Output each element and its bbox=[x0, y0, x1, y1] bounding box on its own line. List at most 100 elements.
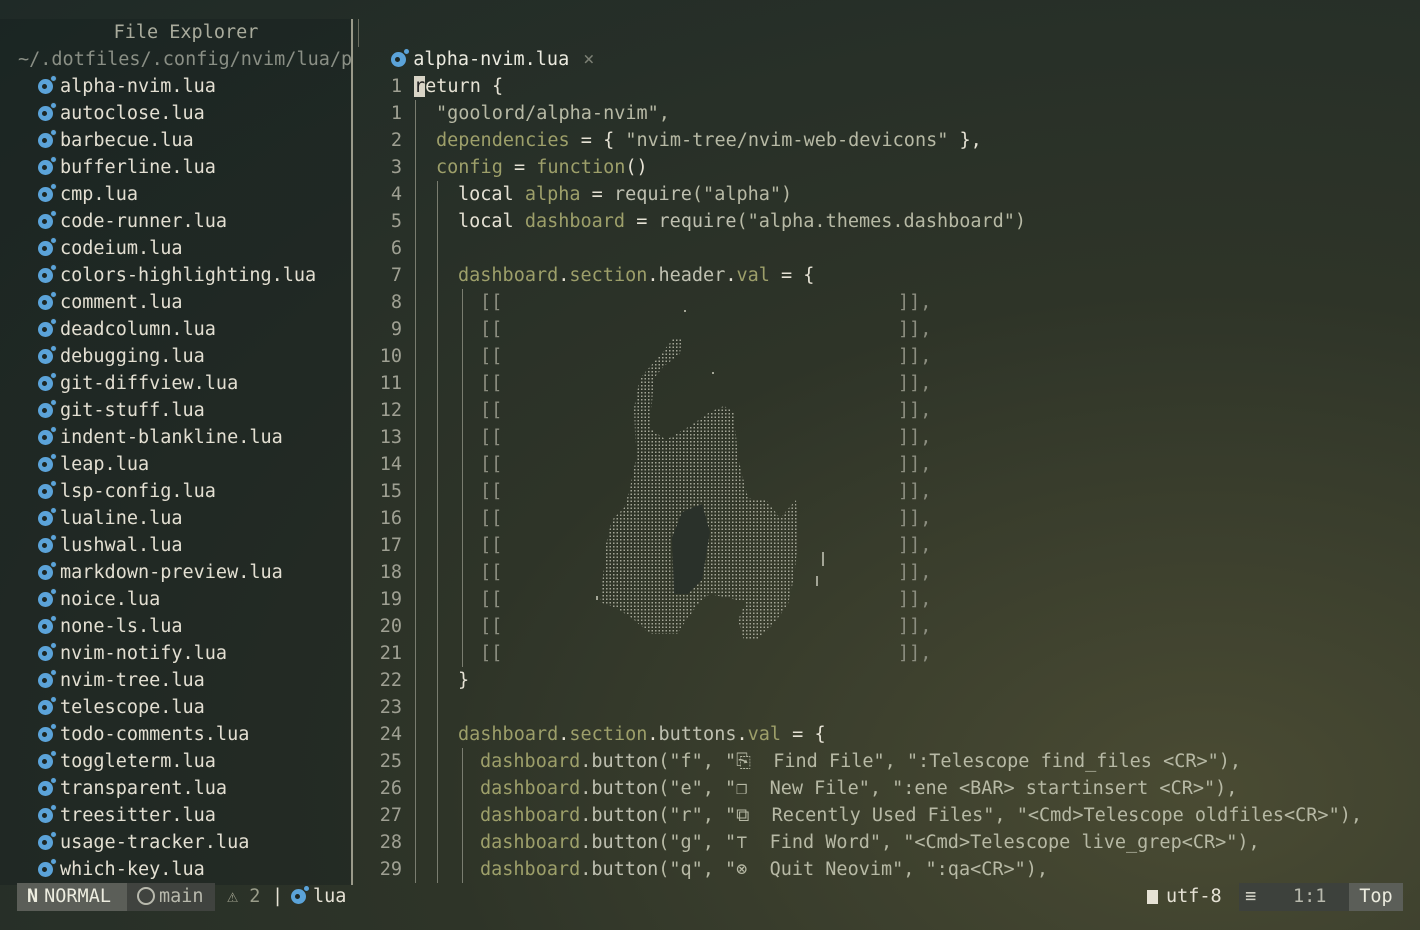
code-content: dashboard.section.header.val = { bbox=[458, 262, 814, 289]
file-item[interactable]: nvim-notify.lua bbox=[0, 640, 352, 667]
code-line[interactable]: 7 dashboard.section.header.val = { bbox=[352, 262, 1420, 289]
header-open: [[ bbox=[480, 427, 503, 448]
file-item[interactable]: alpha-nvim.lua bbox=[0, 73, 352, 100]
file-item[interactable]: which-key.lua bbox=[0, 856, 352, 883]
file-item[interactable]: treesitter.lua bbox=[0, 802, 352, 829]
code-line[interactable]: 22} bbox=[352, 667, 1420, 694]
diagnostics-warnings[interactable]: ⚠ 2 bbox=[227, 883, 260, 911]
code-token: ("q", "⊗ Quit Neovim", ":qa<CR>"), bbox=[658, 859, 1049, 880]
code-line[interactable]: 10 [[]], bbox=[352, 343, 1420, 370]
file-item[interactable]: cmp.lua bbox=[0, 181, 352, 208]
code-token: . bbox=[647, 724, 659, 745]
code-line[interactable]: 15 [[]], bbox=[352, 478, 1420, 505]
code-line[interactable]: 17 [[]], bbox=[352, 532, 1420, 559]
file-item[interactable]: noice.lua bbox=[0, 586, 352, 613]
code-content: [[]], bbox=[480, 586, 931, 613]
code-content: [[]], bbox=[480, 316, 931, 343]
code-token: config bbox=[436, 157, 503, 178]
file-name: nvim-notify.lua bbox=[60, 643, 228, 664]
file-item[interactable]: codeium.lua bbox=[0, 235, 352, 262]
code-line[interactable]: 12 [[]], bbox=[352, 397, 1420, 424]
file-item[interactable]: toggleterm.lua bbox=[0, 748, 352, 775]
code-token: } bbox=[458, 670, 470, 691]
header-close: ]], bbox=[898, 400, 932, 421]
lua-file-icon bbox=[38, 535, 56, 553]
code-line[interactable]: 13 [[]], bbox=[352, 424, 1420, 451]
line-number: 5 bbox=[390, 211, 402, 232]
file-item[interactable]: barbecue.lua bbox=[0, 127, 352, 154]
code-line[interactable]: 2 dependencies = { "nvim-tree/nvim-web-de… bbox=[352, 127, 1420, 154]
file-item[interactable]: debugging.lua bbox=[0, 343, 352, 370]
code-content: dashboard.section.buttons.val = { bbox=[458, 721, 826, 748]
code-token: local bbox=[458, 184, 525, 205]
code-content: [[]], bbox=[480, 532, 931, 559]
tab-close-icon[interactable]: × bbox=[583, 49, 594, 70]
file-name: debugging.lua bbox=[60, 346, 205, 367]
code-token: .button bbox=[580, 832, 659, 853]
header-open: [[ bbox=[480, 562, 503, 583]
code-line[interactable]: 9 [[]], bbox=[352, 316, 1420, 343]
file-item[interactable]: lualine.lua bbox=[0, 505, 352, 532]
line-number: 24 bbox=[379, 724, 402, 745]
file-item[interactable]: nvim-tree.lua bbox=[0, 667, 352, 694]
code-line[interactable]: 20 [[]], bbox=[352, 613, 1420, 640]
code-line[interactable]: 18 [[]], bbox=[352, 559, 1420, 586]
status-line: N NORMAL main ⚠ 2 | lua utf-8 ≡ 1:1 Top bbox=[17, 883, 1403, 911]
file-item[interactable]: usage-tracker.lua bbox=[0, 829, 352, 856]
code-line[interactable]: 19 [[]], bbox=[352, 586, 1420, 613]
code-content: dashboard.button("f", "⎘ Find File", ":T… bbox=[480, 748, 1241, 775]
code-line[interactable]: 27 dashboard.button("r", "⧉ Recently Used… bbox=[352, 802, 1420, 829]
file-item[interactable]: markdown-preview.lua bbox=[0, 559, 352, 586]
file-name: lushwal.lua bbox=[60, 535, 183, 556]
code-line[interactable]: 11 [[]], bbox=[352, 370, 1420, 397]
file-item[interactable]: deadcolumn.lua bbox=[0, 316, 352, 343]
code-line[interactable]: 1 return { bbox=[352, 73, 1420, 100]
file-item[interactable]: autoclose.lua bbox=[0, 100, 352, 127]
code-line[interactable]: 24 dashboard.section.buttons.val = { bbox=[352, 721, 1420, 748]
code-content: [[]], bbox=[480, 289, 931, 316]
ascii-flame-art bbox=[596, 310, 824, 640]
file-item[interactable]: leap.lua bbox=[0, 451, 352, 478]
code-line[interactable]: 21 [[]], bbox=[352, 640, 1420, 667]
lua-file-icon bbox=[38, 670, 56, 688]
code-token: local bbox=[458, 211, 525, 232]
code-line[interactable]: 26 dashboard.button("e", "❐ New File", ":… bbox=[352, 775, 1420, 802]
code-line[interactable]: 3 config = function() bbox=[352, 154, 1420, 181]
code-line[interactable]: 6 bbox=[352, 235, 1420, 262]
file-item[interactable]: comment.lua bbox=[0, 289, 352, 316]
code-line[interactable]: 1 "goolord/alpha-nvim", bbox=[352, 100, 1420, 127]
code-line[interactable]: 25 dashboard.button("f", "⎘ Find File", "… bbox=[352, 748, 1420, 775]
file-item[interactable]: telescope.lua bbox=[0, 694, 352, 721]
code-line[interactable]: 16 [[]], bbox=[352, 505, 1420, 532]
code-line[interactable]: 8 [[]], bbox=[352, 289, 1420, 316]
code-editor[interactable]: 1 return {1 "goolord/alpha-nvim", 2 dependen… bbox=[352, 73, 1420, 883]
header-close: ]], bbox=[898, 481, 932, 502]
file-item[interactable]: todo-comments.lua bbox=[0, 721, 352, 748]
file-item[interactable]: lushwal.lua bbox=[0, 532, 352, 559]
code-line[interactable]: 29 dashboard.button("q", "⊗ Quit Neovim",… bbox=[352, 856, 1420, 883]
code-line[interactable]: 4 local alpha = require("alpha") bbox=[352, 181, 1420, 208]
git-branch[interactable]: main bbox=[127, 883, 215, 911]
code-token: alpha bbox=[524, 184, 581, 205]
file-item[interactable]: colors-highlighting.lua bbox=[0, 262, 352, 289]
file-item[interactable]: none-ls.lua bbox=[0, 613, 352, 640]
file-name: telescope.lua bbox=[60, 697, 205, 718]
code-token: dashboard bbox=[458, 265, 559, 286]
tab-alpha-nvim[interactable]: alpha-nvim.lua × bbox=[369, 19, 594, 70]
file-item[interactable]: transparent.lua bbox=[0, 775, 352, 802]
code-line[interactable]: 14 [[]], bbox=[352, 451, 1420, 478]
tab-separator bbox=[358, 19, 359, 47]
code-line[interactable]: 5 local dashboard = require("alpha.themes… bbox=[352, 208, 1420, 235]
header-open: [[ bbox=[480, 508, 503, 529]
file-item[interactable]: indent-blankline.lua bbox=[0, 424, 352, 451]
file-item[interactable]: git-stuff.lua bbox=[0, 397, 352, 424]
file-item[interactable]: bufferline.lua bbox=[0, 154, 352, 181]
file-item[interactable]: lsp-config.lua bbox=[0, 478, 352, 505]
code-line[interactable]: 23 bbox=[352, 694, 1420, 721]
file-item[interactable]: git-diffview.lua bbox=[0, 370, 352, 397]
code-line[interactable]: 28 dashboard.button("g", "⊤ Find Word", "… bbox=[352, 829, 1420, 856]
file-item[interactable]: code-runner.lua bbox=[0, 208, 352, 235]
file-name: barbecue.lua bbox=[60, 130, 194, 151]
line-number: 29 bbox=[379, 859, 402, 880]
file-settings-icon bbox=[1147, 890, 1158, 904]
